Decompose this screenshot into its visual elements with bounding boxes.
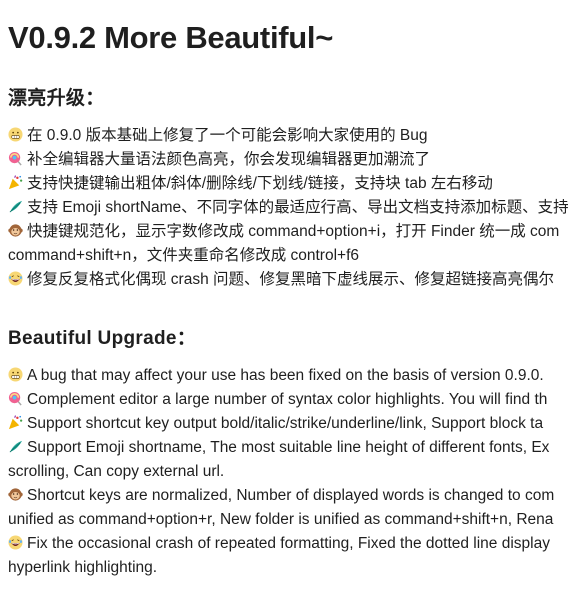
list-item: Complement editor a large number of synt… [8,388,578,412]
item-continuation: command+shift+n，文件夹重命名修改成 control+f6 [8,247,360,264]
section-en: Beautiful Upgrade： A bug that may affect… [8,326,578,580]
item-continuation: unified as command+option+r, New folder … [8,511,554,528]
items-list: 在 0.9.0 版本基础上修复了一个可能会影响大家使用的 Bug 补全编辑器大量… [8,124,578,292]
item-text: 补全编辑器大量语法颜色高亮，你会发现编辑器更加潮流了 [27,151,431,168]
list-item: Shortcut keys are normalized, Number of … [8,484,578,532]
list-item: 快捷键规范化，显示字数修改成 command+option+i，打开 Finde… [8,220,578,268]
list-item: 在 0.9.0 版本基础上修复了一个可能会影响大家使用的 Bug [8,124,578,148]
lollipop-icon [8,390,23,406]
laughing-face-icon [8,270,23,286]
list-item: Support Emoji shortname, The most suitab… [8,436,578,484]
section-zh: 漂亮升级： 在 0.9.0 版本基础上修复了一个可能会影响大家使用的 Bug 补… [8,86,578,292]
list-item: Fix the occasional crash of repeated for… [8,532,578,580]
section-heading: Beautiful Upgrade： [8,328,197,349]
list-item: A bug that may affect your use has been … [8,364,578,388]
item-text: Shortcut keys are normalized, Number of … [27,487,555,504]
item-continuation: hyperlink highlighting. [8,559,158,576]
item-text: Support Emoji shortname, The most suitab… [27,439,550,456]
feather-icon [8,198,23,213]
list-item: 修复反复格式化偶现 crash 问题、修复黑暗下虚线展示、修复超链接高亮偶尔 [8,268,578,292]
monkey-face-icon [8,486,23,501]
list-item: 补全编辑器大量语法颜色高亮，你会发现编辑器更加潮流了 [8,148,578,172]
list-item: 支持 Emoji shortName、不同字体的最适应行高、导出文档支持添加标题… [8,196,578,220]
grimacing-face-icon [8,126,23,142]
party-popper-icon [8,174,23,190]
item-text: 快捷键规范化，显示字数修改成 command+option+i，打开 Finde… [27,223,560,240]
item-text: Fix the occasional crash of repeated for… [27,535,550,552]
page-title: V0.9.2 More Beautiful~ [8,20,334,55]
feather-icon [8,438,23,453]
item-text: A bug that may affect your use has been … [27,367,544,384]
item-text: Support shortcut key output bold/italic/… [27,415,544,432]
list-item: Support shortcut key output bold/italic/… [8,412,578,436]
laughing-face-icon [8,534,23,550]
section-heading: 漂亮升级： [8,88,105,109]
item-text: 修复反复格式化偶现 crash 问题、修复黑暗下虚线展示、修复超链接高亮偶尔 [27,271,555,288]
lollipop-icon [8,150,23,166]
item-text: 支持 Emoji shortName、不同字体的最适应行高、导出文档支持添加标题… [27,199,569,216]
monkey-face-icon [8,222,23,237]
item-text: Complement editor a large number of synt… [27,391,548,408]
item-text: 支持快捷键输出粗体/斜体/删除线/下划线/链接，支持块 tab 左右移动 [27,175,493,192]
items-list: A bug that may affect your use has been … [8,364,578,580]
grimacing-face-icon [8,366,23,382]
list-item: 支持快捷键输出粗体/斜体/删除线/下划线/链接，支持块 tab 左右移动 [8,172,578,196]
item-continuation: scrolling, Can copy external url. [8,463,225,480]
release-notes: V0.9.2 More Beautiful~ 漂亮升级： 在 0.9.0 版本基… [8,0,578,580]
party-popper-icon [8,414,23,430]
item-text: 在 0.9.0 版本基础上修复了一个可能会影响大家使用的 Bug [27,127,428,144]
